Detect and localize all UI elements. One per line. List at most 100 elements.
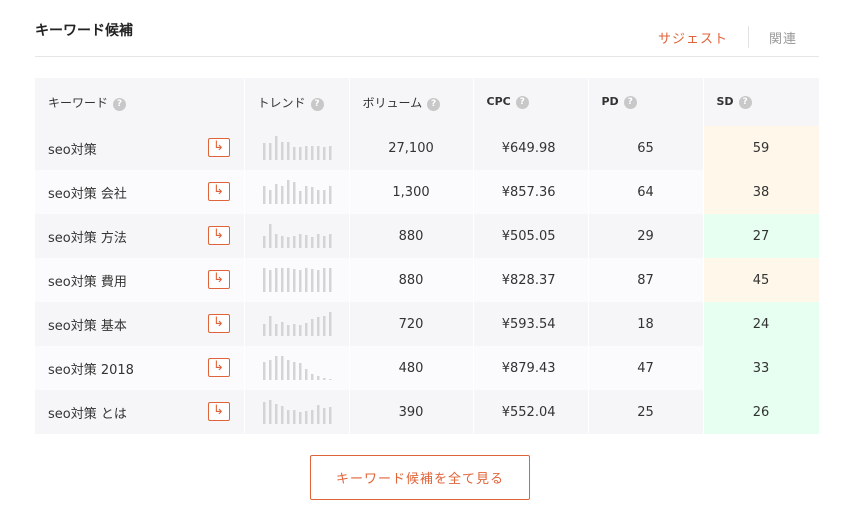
cpc-cell: ¥505.05	[473, 214, 589, 258]
volume-cell: 880	[349, 214, 474, 258]
goto-keyword-icon[interactable]: ↳	[207, 314, 230, 333]
trend-bar	[286, 410, 289, 424]
trend-bar	[316, 234, 319, 248]
pd-cell: 29	[588, 214, 704, 258]
goto-keyword-icon[interactable]: ↳	[207, 138, 230, 157]
help-icon[interactable]: ?	[310, 97, 324, 111]
table-row[interactable]: seo対策 ↳ 27,100 ¥649.98 65 59	[35, 126, 820, 170]
col-header-pd[interactable]: PD?	[588, 78, 704, 126]
trend-bar	[292, 269, 295, 292]
trend-bar	[262, 236, 265, 248]
trend-bar	[328, 186, 331, 204]
trend-bar	[298, 147, 301, 160]
help-icon[interactable]: ?	[738, 96, 752, 109]
table-row[interactable]: seo対策 基本 ↳ 720 ¥593.54 18 24	[35, 302, 820, 346]
goto-keyword-icon[interactable]: ↳	[207, 402, 230, 421]
help-icon[interactable]: ?	[113, 97, 127, 111]
trend-bar	[322, 408, 325, 424]
trend-bar	[298, 412, 301, 424]
table-header-row: キーワード? トレンド? ボリューム? CPC? PD? SD?	[35, 78, 820, 126]
tab-bar: サジェスト 関連	[658, 26, 819, 48]
goto-keyword-icon[interactable]: ↳	[207, 226, 230, 245]
trend-bar	[292, 147, 295, 160]
trend-bar	[304, 186, 307, 204]
col-header-sd[interactable]: SD?	[703, 78, 820, 126]
trend-sparkline	[262, 224, 331, 248]
tab-suggest[interactable]: サジェスト	[658, 28, 748, 47]
keyword-text[interactable]: seo対策 2018	[48, 363, 134, 378]
table-row[interactable]: seo対策 会社 ↳ 1,300 ¥857.36 64 38	[35, 170, 820, 214]
goto-keyword-icon[interactable]: ↳	[207, 358, 230, 377]
page-title: キーワード候補	[35, 23, 133, 39]
trend-bar	[310, 374, 313, 380]
trend-bar	[262, 143, 265, 160]
view-all-keywords-button[interactable]: キーワード候補を全て見る	[310, 455, 530, 500]
goto-keyword-icon[interactable]: ↳	[207, 182, 230, 201]
trend-bar	[298, 191, 301, 204]
trend-bar	[316, 317, 319, 336]
trend-bar	[280, 406, 283, 424]
trend-sparkline	[262, 180, 331, 204]
trend-bar	[286, 268, 289, 292]
col-header-keyword[interactable]: キーワード?	[35, 78, 245, 126]
trend-bar	[328, 379, 331, 380]
trend-bar	[280, 356, 283, 380]
help-icon[interactable]: ?	[623, 96, 637, 109]
volume-cell: 1,300	[349, 170, 474, 214]
table-row[interactable]: seo対策 2018 ↳ 480 ¥879.43 47 33	[35, 346, 820, 390]
keyword-text[interactable]: seo対策 会社	[48, 187, 127, 202]
keyword-cell: seo対策 費用 ↳	[35, 258, 245, 302]
trend-bar	[322, 378, 325, 380]
table-row[interactable]: seo対策 費用 ↳ 880 ¥828.37 87 45	[35, 258, 820, 302]
trend-bar	[322, 190, 325, 204]
col-header-pd-label: PD	[601, 95, 619, 108]
trend-bar	[304, 268, 307, 292]
trend-bar	[304, 235, 307, 248]
trend-sparkline	[262, 268, 331, 292]
trend-bar	[310, 269, 313, 292]
trend-bar	[316, 270, 319, 292]
trend-bar	[280, 236, 283, 248]
trend-bar	[274, 324, 277, 336]
trend-bar	[304, 369, 307, 380]
table-row[interactable]: seo対策 方法 ↳ 880 ¥505.05 29 27	[35, 214, 820, 258]
keyword-text[interactable]: seo対策 費用	[48, 275, 127, 290]
volume-cell: 27,100	[349, 126, 474, 170]
col-header-sd-label: SD	[716, 95, 734, 108]
goto-keyword-icon[interactable]: ↳	[207, 270, 230, 289]
trend-bar	[262, 362, 265, 380]
sd-cell: 27	[703, 214, 820, 258]
trend-bar	[292, 410, 295, 424]
keyword-text[interactable]: seo対策	[48, 143, 97, 158]
trend-bar	[298, 270, 301, 292]
keyword-cell: seo対策 基本 ↳	[35, 302, 245, 346]
pd-cell: 18	[588, 302, 704, 346]
trend-bar	[262, 268, 265, 292]
trend-bar	[310, 410, 313, 424]
trend-sparkline	[262, 136, 331, 160]
col-header-volume[interactable]: ボリューム?	[349, 78, 474, 126]
keyword-text[interactable]: seo対策 とは	[48, 407, 127, 422]
keyword-cell: seo対策 ↳	[35, 126, 245, 170]
keyword-cell: seo対策 とは ↳	[35, 390, 245, 434]
keyword-cell: seo対策 方法 ↳	[35, 214, 245, 258]
trend-bar	[322, 268, 325, 292]
trend-bar	[292, 236, 295, 248]
trend-bar	[286, 142, 289, 160]
table-row[interactable]: seo対策 とは ↳ 390 ¥552.04 25 26	[35, 390, 820, 434]
col-header-trend[interactable]: トレンド?	[244, 78, 350, 126]
pd-cell: 47	[588, 346, 704, 390]
keyword-table-body: seo対策 ↳ 27,100 ¥649.98 65 59 seo対策 会社 ↳ 1,300 ¥85…	[35, 126, 820, 434]
col-header-cpc[interactable]: CPC?	[473, 78, 589, 126]
volume-cell: 720	[349, 302, 474, 346]
tab-related[interactable]: 関連	[749, 28, 819, 47]
trend-bar	[274, 404, 277, 424]
trend-bar	[310, 146, 313, 160]
trend-bar	[268, 224, 271, 248]
help-icon[interactable]: ?	[515, 96, 529, 109]
keyword-text[interactable]: seo対策 基本	[48, 319, 127, 334]
col-header-keyword-label: キーワード	[48, 95, 109, 110]
pd-cell: 65	[588, 126, 704, 170]
help-icon[interactable]: ?	[427, 97, 441, 111]
keyword-text[interactable]: seo対策 方法	[48, 231, 127, 246]
